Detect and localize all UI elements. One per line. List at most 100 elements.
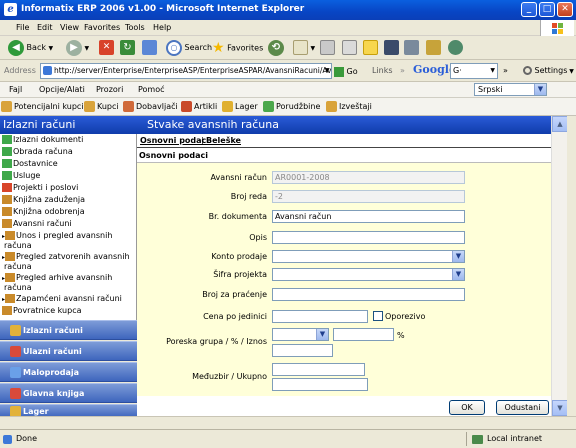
scroll-up-icon[interactable]: ▲ [552,116,568,132]
opis-field[interactable] [272,231,465,244]
nav-dobavljaci[interactable]: Dobavljači [123,100,178,114]
settings-button[interactable]: Settings ▼ [523,65,574,78]
avansni-racun-field[interactable]: AR0001-2008 [272,171,465,184]
app-menu-opcije[interactable]: Opcije/Alati [39,83,85,97]
ie-icon: e [4,3,17,16]
broj-za-pracenje-field[interactable] [272,288,465,301]
app-menu-fajl[interactable]: Fajl [9,83,22,97]
print-button[interactable] [320,39,335,57]
label-broj-reda: Broj reda [230,192,267,201]
poreska-procenat-field[interactable] [333,328,394,341]
google-search-input[interactable]: G· ▼ [450,63,498,79]
stop-button[interactable]: ✕ [99,39,114,57]
nav-porudzbine[interactable]: Porudžbine [263,100,320,114]
menu-file[interactable]: File [16,23,29,32]
research-button[interactable] [404,39,419,57]
module-toolbar: Potencijalni kupci Kupci Dobavljači Arti… [0,98,576,116]
favorites-button[interactable]: ★ Favorites [212,39,263,57]
window-edge [567,116,576,416]
search-button[interactable]: ○ Search [166,39,212,57]
research-icon [404,40,419,55]
address-input[interactable]: http://server/Enterprise/EnterpriseASP/E… [40,63,332,79]
maximize-button[interactable]: □ [539,2,555,17]
discuss-button[interactable] [363,39,378,57]
poreski-iznos-field[interactable] [272,344,333,357]
label-cena-po-jedinici: Cena po jedinici [203,312,267,321]
zone-text: Local intranet [487,434,543,443]
broj-reda-field[interactable]: -2 [272,190,465,203]
menu-help[interactable]: Help [153,23,171,32]
tree-item[interactable]: Izlazni dokumenti [2,135,83,144]
messenger-button[interactable] [384,39,399,57]
tree-item[interactable]: Dostavnice [2,159,58,168]
konto-prodaje-select[interactable]: ▼ [272,250,465,263]
section-ulazni-racuni[interactable]: Ulazni računi [0,341,137,361]
tree-item[interactable]: Knjižna zaduženja [2,195,85,204]
tab-osnovni-podaci[interactable]: Osnovni podaci [140,134,209,147]
history-button[interactable]: ⟲ [268,39,284,57]
tools-icon [2,183,12,192]
ok-button[interactable]: OK [449,400,485,415]
app-menu-pomoc[interactable]: Pomoć [138,83,165,97]
tree-item[interactable]: ▸ Zapamćeni avansni računi [2,294,122,303]
menu-favorites[interactable]: Favorites [84,23,120,32]
language-select[interactable]: Srpski ▼ [474,83,547,96]
page-icon [43,66,52,75]
tree-item[interactable]: Avansni računi [2,219,72,228]
odustani-button[interactable]: Odustani [496,400,549,415]
go-button[interactable]: Go [334,64,358,79]
br-dokumenta-field[interactable]: Avansni račun [272,210,465,223]
tree-item[interactable]: ▸ Pregled arhive avansnih [2,273,112,282]
refresh-button[interactable]: ↻ [120,39,135,57]
app-menu-prozori[interactable]: Prozori [96,83,123,97]
section-glavna-knjiga[interactable]: Glavna knjiga [0,383,137,403]
close-button[interactable]: ✕ [557,2,573,17]
back-button[interactable]: ◀ Back ▼ [8,39,53,57]
oporezivo-checkbox[interactable] [373,311,383,321]
tool-button[interactable] [426,39,441,57]
section-maloprodaja[interactable]: Maloprodaja [0,362,137,382]
address-dropdown-icon[interactable]: ▼ [325,64,334,78]
menu-view[interactable]: View [60,23,79,32]
minimize-button[interactable]: _ [521,2,537,17]
nav-artikli[interactable]: Artikli [181,100,217,114]
form-title: Stvake avansnih računa [137,116,551,134]
edit-button[interactable] [342,39,357,57]
tree-item[interactable]: ▸ Unos i pregled avansnih [2,231,112,240]
google-search-go[interactable]: » [503,66,508,75]
tree-item[interactable]: Usluge [2,171,40,180]
status-bar: Done Local intranet [0,429,576,448]
tree-item[interactable]: Povratnice kupca [2,306,82,315]
tab-beleske[interactable]: Beleške [206,134,241,147]
forward-button[interactable]: ▶ ▼ [66,39,89,57]
nav-lager[interactable]: Lager [222,100,258,114]
home-button[interactable] [142,39,157,57]
tree-item-cont: računa [4,283,32,292]
label-sifra-projekta: Šifra projekta [213,270,267,279]
nav-izvestaji[interactable]: Izveštaji [326,100,372,114]
window-titlebar: e Informatix ERP 2006 v1.00 - Microsoft … [0,0,576,20]
nav-kupci[interactable]: Kupci [84,100,119,114]
tree-item[interactable]: Knjižna odobrenja [2,207,85,216]
nav-potencijalni-kupci[interactable]: Potencijalni kupci [1,100,84,114]
section-izlazni-racuni[interactable]: Izlazni računi [0,320,137,340]
label-br-dokumenta: Br. dokumenta [208,212,267,221]
plugin-button[interactable] [448,39,463,57]
cena-po-jedinici-field[interactable] [272,310,368,323]
mail-button[interactable]: ▼ [293,39,315,57]
vertical-scrollbar[interactable]: ▲ ▼ [551,116,568,416]
medjuzbir-field[interactable] [272,363,365,376]
poreska-grupa-select[interactable]: ▼ [272,328,329,341]
section-icon [10,346,21,357]
tree-item[interactable]: Obrada računa [2,147,73,156]
address-bar: Address http://server/Enterprise/Enterpr… [0,60,576,82]
tree-item[interactable]: ▸ Pregled zatvorenih avansnih [2,252,130,261]
ukupno-field[interactable] [272,378,368,391]
links-label[interactable]: Links [372,66,393,75]
sifra-projekta-select[interactable]: ▼ [272,268,465,281]
home-icon [142,40,157,55]
menu-tools[interactable]: Tools [125,23,145,32]
menu-edit[interactable]: Edit [37,23,53,32]
tree-item[interactable]: Projekti i poslovi [2,183,78,192]
scroll-down-icon[interactable]: ▼ [552,400,568,416]
